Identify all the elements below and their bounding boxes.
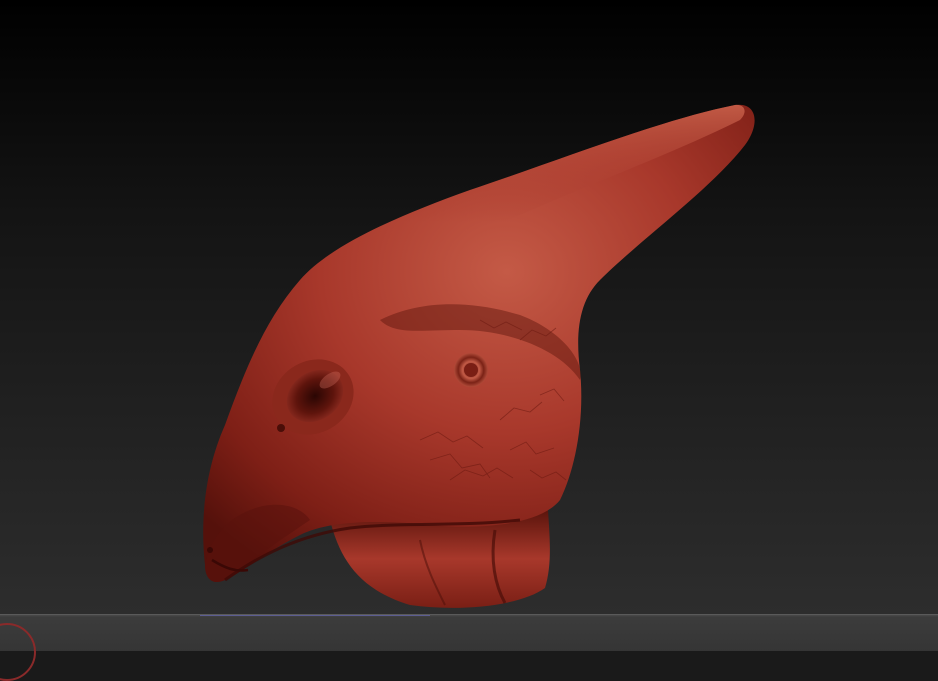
navigation-gizmo-icon[interactable] — [0, 623, 36, 681]
model-ear-hole — [464, 363, 478, 377]
bottom-shelf — [0, 614, 938, 681]
model-tear-duct — [277, 424, 285, 432]
model-nostril — [207, 547, 213, 553]
shelf-accent-line — [200, 615, 430, 616]
viewport-canvas[interactable] — [0, 0, 938, 614]
sculpt-viewport[interactable] — [0, 0, 938, 614]
